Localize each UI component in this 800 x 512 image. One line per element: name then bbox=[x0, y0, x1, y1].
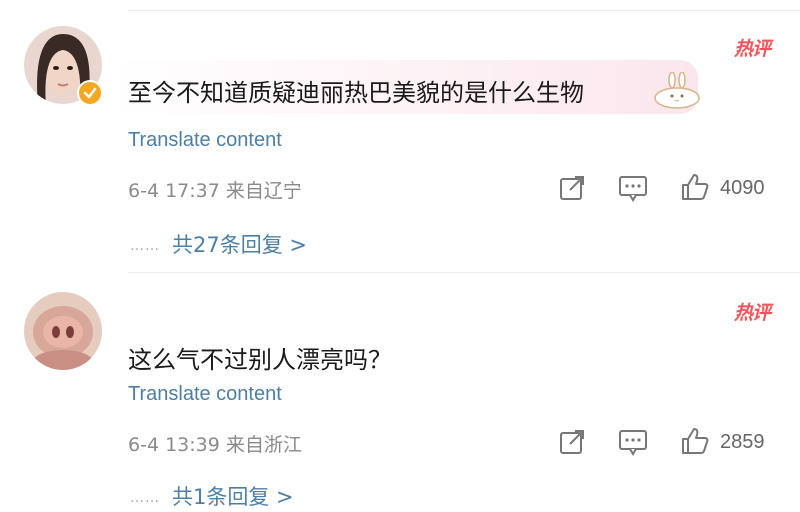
like-icon[interactable] bbox=[680, 172, 710, 206]
share-icon[interactable] bbox=[558, 174, 586, 206]
hot-comment-badge: 热评 bbox=[733, 38, 771, 60]
hot-comment-badge: 热评 bbox=[733, 302, 771, 324]
comment-text: 至今不知道质疑迪丽热巴美貌的是什么生物 bbox=[128, 79, 584, 107]
comment-meta: 6-4 13:39 来自浙江 bbox=[128, 434, 302, 456]
reply-count-label: 共1条回复 > bbox=[172, 485, 294, 509]
like-icon[interactable] bbox=[680, 426, 710, 460]
ellipsis: …… bbox=[130, 490, 160, 506]
view-replies-link[interactable]: …… 共27条回复 > bbox=[130, 229, 307, 259]
view-replies-link[interactable]: …… 共1条回复 > bbox=[130, 481, 294, 511]
comment-text: 这么气不过别人漂亮吗？ bbox=[128, 346, 392, 374]
share-icon[interactable] bbox=[558, 428, 586, 460]
verified-badge-icon bbox=[77, 80, 103, 106]
avatar[interactable] bbox=[24, 292, 102, 370]
comment-icon[interactable] bbox=[618, 428, 648, 460]
ellipsis: …… bbox=[130, 238, 160, 254]
comment-2: 热评 这么气不过别人漂亮吗？ Translate content 6-4 13:… bbox=[0, 272, 800, 512]
translate-content-link[interactable]: Translate content bbox=[128, 383, 282, 406]
bunny-sticker-icon bbox=[650, 71, 704, 114]
like-count: 2859 bbox=[720, 431, 765, 453]
comment-1: 热评 至今不知道质疑迪丽热巴美貌的是什么生物 Translate content… bbox=[0, 0, 800, 270]
translate-content-link[interactable]: Translate content bbox=[128, 129, 282, 152]
comment-icon[interactable] bbox=[618, 174, 648, 206]
comment-meta: 6-4 17:37 来自辽宁 bbox=[128, 180, 302, 202]
like-count: 4090 bbox=[720, 177, 765, 199]
reply-count-label: 共27条回复 > bbox=[172, 233, 307, 257]
